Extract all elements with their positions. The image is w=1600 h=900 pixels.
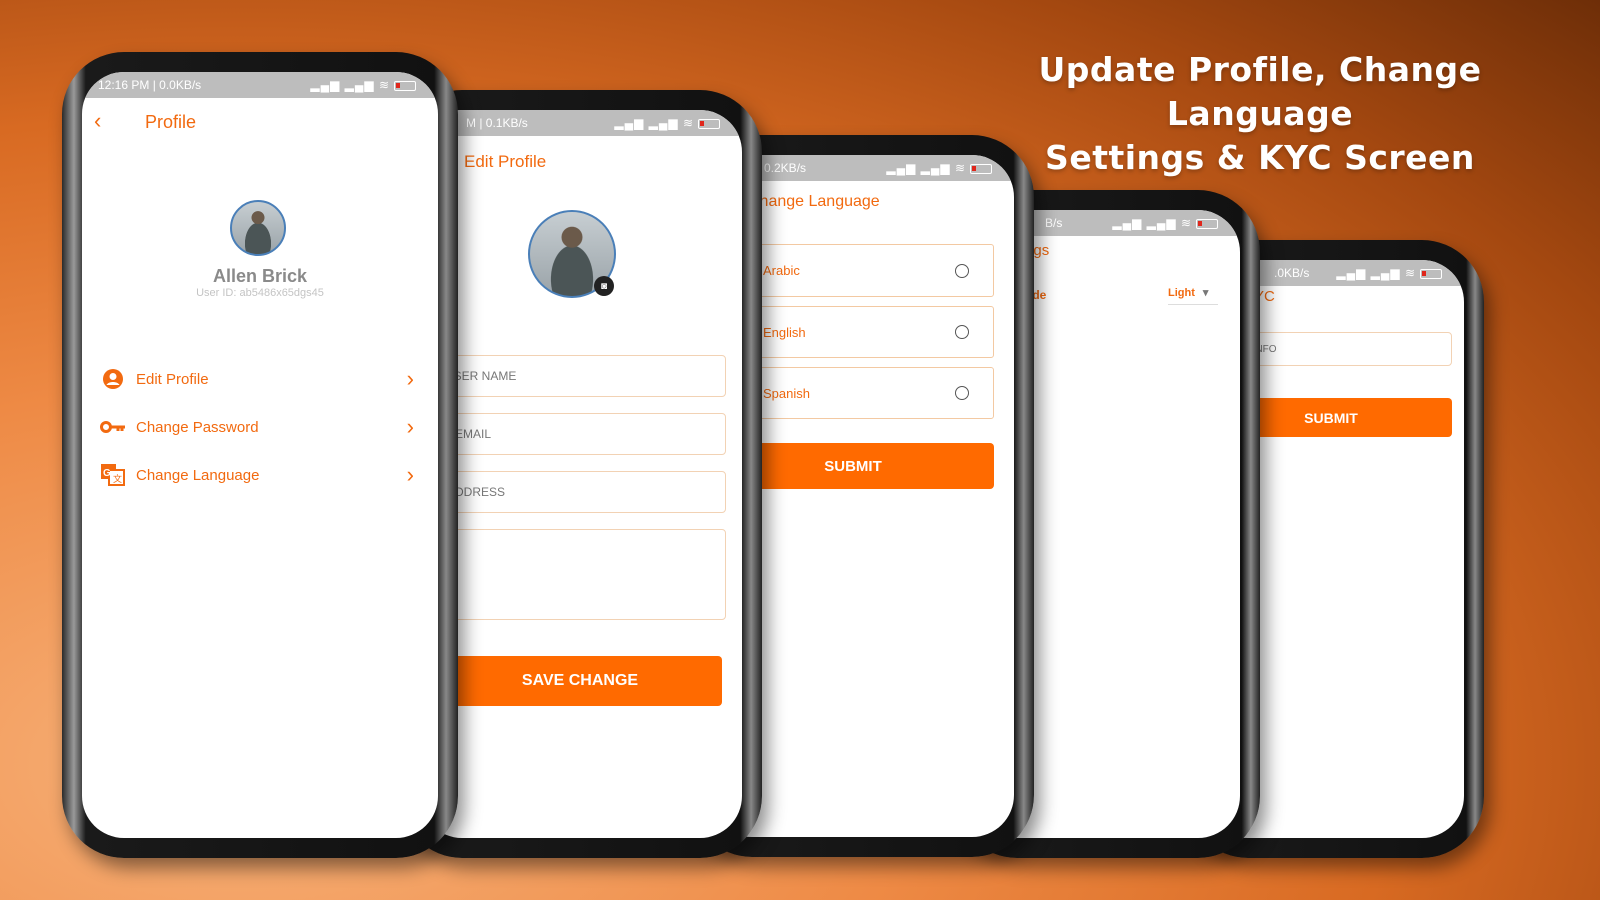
signal-icons: ▂▄▆ ▂▄▆ ≋ <box>1112 216 1218 230</box>
svg-text:G: G <box>103 468 111 479</box>
radio-button[interactable] <box>955 386 969 400</box>
chevron-right-icon: › <box>406 366 414 391</box>
option-label: Arabic <box>763 263 800 278</box>
dropdown-arrow-icon: ▾ <box>1202 287 1209 299</box>
user-name-input[interactable]: USER NAME <box>434 355 726 397</box>
mode-value: Light <box>1168 287 1195 299</box>
page-title: Change Language <box>748 193 880 210</box>
svg-text:文: 文 <box>113 473 122 484</box>
menu-label: Edit Profile <box>136 370 209 388</box>
menu-item-change-language[interactable]: G 文 Change Language › <box>100 460 414 490</box>
headline-line-2: Settings & KYC Screen <box>1045 138 1475 177</box>
user-circle-icon <box>100 368 126 390</box>
profile-screen: 12:16 PM | 0.0KB/s ▂▄▆ ▂▄▆ ≋ ‹ Profile Al… <box>82 72 438 838</box>
menu-label: Change Password <box>136 418 259 436</box>
status-bar: M | 0.1KB/s ▂▄▆ ▂▄▆ ≋ <box>420 110 742 136</box>
radio-button[interactable] <box>955 263 969 278</box>
battery-icon <box>1420 268 1442 279</box>
user-id: User ID: ab5486x65dgs45 <box>196 287 324 299</box>
signal-icons: ▂▄▆ ▂▄▆ ≋ <box>1336 266 1442 280</box>
signal-icons: ▂▄▆ ▂▄▆ ≋ <box>310 78 416 92</box>
avatar <box>230 200 286 256</box>
camera-icon[interactable]: ◙ <box>594 276 614 296</box>
option-label: Spanish <box>763 385 810 401</box>
email-input[interactable]: EMAIL <box>444 413 726 455</box>
edit-profile-screen: M | 0.1KB/s ▂▄▆ ▂▄▆ ≋ Edit Profile ◙ USER… <box>420 110 742 838</box>
back-arrow-icon[interactable]: ‹ <box>94 108 101 134</box>
phone-profile: 12:16 PM | 0.0KB/s ▂▄▆ ▂▄▆ ≋ ‹ Profile Al… <box>62 52 458 858</box>
radio-button[interactable] <box>955 325 969 339</box>
headline: Update Profile, Change Language Settings… <box>960 48 1560 180</box>
battery-icon <box>970 163 992 174</box>
option-label: English <box>763 324 806 340</box>
menu-label: Change Language <box>136 466 260 484</box>
signal-icons: ▂▄▆ ▂▄▆ ≋ <box>886 161 992 175</box>
battery-icon <box>394 80 416 91</box>
mode-dropdown[interactable]: Light ▾ <box>1168 286 1218 305</box>
key-icon <box>100 416 126 438</box>
chevron-right-icon: › <box>406 414 414 439</box>
bio-textarea[interactable] <box>434 529 726 620</box>
address-input[interactable]: ADDRESS <box>436 471 726 513</box>
save-change-button[interactable]: SAVE CHANGE <box>438 656 722 706</box>
translate-icon: G文 <box>100 464 126 486</box>
status-bar: 12:16 PM | 0.0KB/s ▂▄▆ ▂▄▆ ≋ <box>82 72 438 98</box>
battery-icon <box>1196 218 1218 229</box>
chevron-right-icon: › <box>406 462 414 487</box>
user-name: Allen Brick <box>212 266 308 286</box>
signal-icons: ▂▄▆ ▂▄▆ ≋ <box>614 116 720 130</box>
page-title: Edit Profile <box>464 152 547 171</box>
menu-item-edit-profile[interactable]: Edit Profile › <box>100 364 414 394</box>
page-title: Profile <box>145 112 197 132</box>
status-text: 12:16 PM | 0.0KB/s <box>98 78 202 92</box>
menu-item-change-password[interactable]: Change Password › <box>100 412 414 442</box>
headline-line-1: Update Profile, Change Language <box>1038 50 1482 133</box>
battery-icon <box>698 118 720 129</box>
